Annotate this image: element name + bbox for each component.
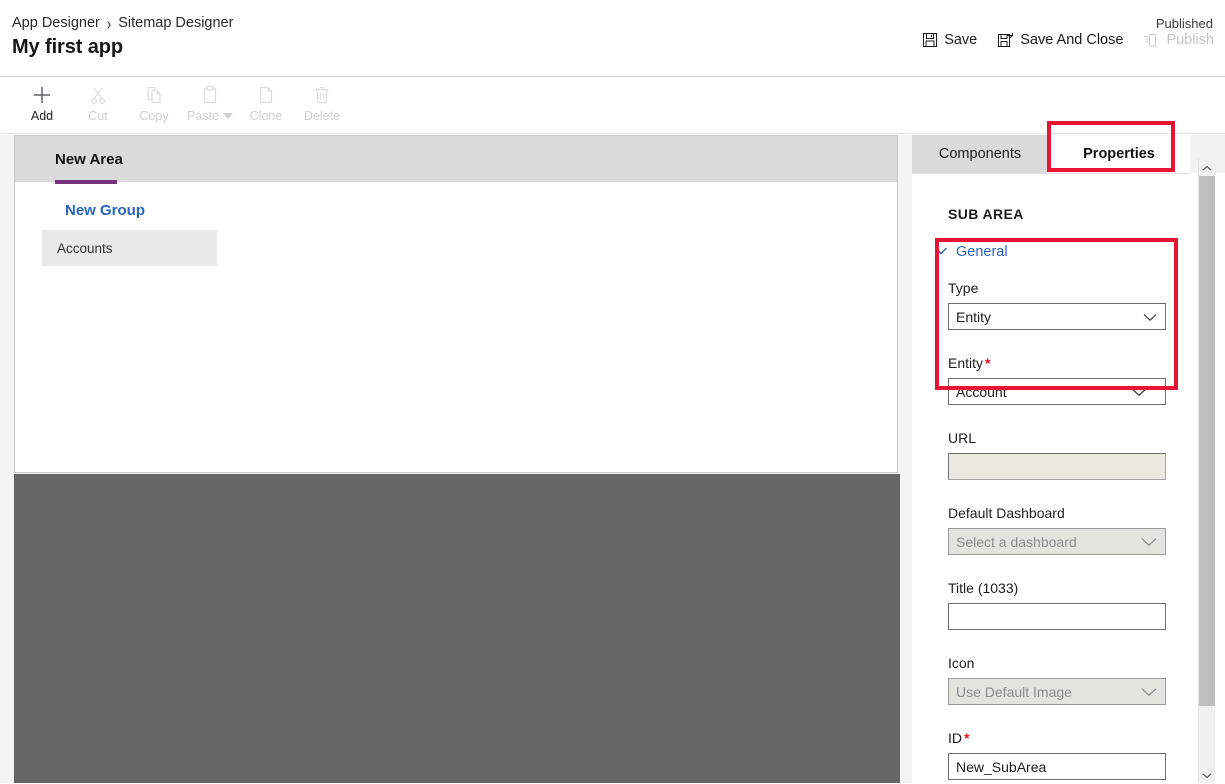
clone-icon — [255, 84, 277, 106]
plus-icon — [31, 84, 53, 106]
save-button[interactable]: Save — [919, 30, 980, 50]
field-icon-label: Icon — [948, 655, 975, 671]
copy-icon — [143, 84, 165, 106]
area-tab-label: New Area — [55, 150, 123, 168]
panel-section-heading: SUB AREA — [948, 206, 1024, 222]
toolbar-paste-button[interactable]: Paste — [182, 78, 238, 123]
publish-button[interactable]: Publish — [1140, 30, 1217, 50]
toolbar-clone-button[interactable]: Clone — [238, 78, 294, 123]
publish-button-label: Publish — [1166, 32, 1214, 48]
field-id: ID * New_SubArea — [948, 730, 1166, 780]
toolbar-clone-label: Clone — [249, 109, 283, 123]
breadcrumb-item-sitemap-designer[interactable]: Sitemap Designer — [118, 15, 233, 31]
icon-dropdown[interactable]: Use Default Image — [948, 678, 1166, 705]
type-dropdown-value: Entity — [956, 308, 992, 325]
title-input[interactable] — [948, 603, 1166, 630]
required-asterisk: * — [985, 355, 991, 371]
properties-panel: Components Properties SUB AREA General T… — [912, 135, 1225, 783]
properties-panel-body: SUB AREA General Type Entity Entity * Ac… — [912, 174, 1190, 783]
field-url-label: URL — [948, 430, 977, 446]
canvas-dim-overlay — [14, 474, 900, 783]
tab-components[interactable]: Components — [912, 135, 1048, 173]
chevron-down-icon — [1141, 684, 1157, 700]
entity-dropdown[interactable]: Account — [948, 378, 1166, 405]
scrollbar-thumb[interactable] — [1199, 176, 1215, 706]
url-input[interactable] — [948, 453, 1166, 480]
page-title: My first app — [12, 36, 124, 58]
toolbar-delete-button[interactable]: Delete — [294, 78, 350, 123]
toolbar-cut-label: Cut — [88, 109, 108, 123]
field-title: Title (1033) — [948, 580, 1166, 630]
header-actions: Save Save And Close Publish — [919, 30, 1217, 50]
toolbar-copy-button[interactable]: Copy — [126, 78, 182, 123]
tab-properties[interactable]: Properties — [1048, 135, 1190, 173]
save-and-close-button[interactable]: Save And Close — [994, 30, 1126, 50]
chevron-down-icon — [1141, 534, 1157, 550]
scrollbar-up-button[interactable] — [1199, 159, 1215, 176]
sitemap-canvas: New Area New Group Accounts — [0, 135, 912, 783]
toolbar-copy-label: Copy — [139, 109, 169, 123]
tab-components-label: Components — [938, 146, 1022, 162]
area-tab-active-indicator — [55, 180, 117, 184]
field-icon: Icon Use Default Image — [948, 655, 1166, 705]
publish-icon — [1143, 32, 1160, 48]
entity-dropdown-value: Account — [956, 383, 1007, 400]
icon-dropdown-value: Use Default Image — [956, 683, 1072, 700]
field-type-label: Type — [948, 280, 979, 296]
panel-right-strip — [1190, 135, 1225, 159]
save-and-close-button-label: Save And Close — [1020, 32, 1124, 48]
breadcrumb: App Designer › Sitemap Designer — [12, 12, 233, 34]
toolbar-paste-label: Paste — [187, 109, 233, 123]
panel-tab-bar: Components Properties — [912, 135, 1190, 173]
chevron-down-icon — [934, 244, 948, 260]
id-input[interactable]: New_SubArea — [948, 753, 1166, 780]
field-default-dashboard-label: Default Dashboard — [948, 505, 1065, 521]
field-title-label: Title (1033) — [948, 580, 1019, 596]
subarea-item-accounts[interactable]: Accounts — [42, 230, 217, 266]
scrollbar-down-button[interactable] — [1199, 766, 1215, 783]
section-general-label: General — [956, 244, 1008, 260]
field-type: Type Entity — [948, 280, 1166, 330]
group-title-new-group[interactable]: New Group — [65, 202, 145, 219]
sitemap-surface: New Area New Group Accounts — [14, 135, 898, 473]
toolbar-cut-button[interactable]: Cut — [70, 78, 126, 123]
default-dashboard-placeholder: Select a dashboard — [956, 533, 1077, 550]
toolbar-add-label: Add — [30, 109, 54, 123]
area-tab-new-area[interactable]: New Area — [49, 136, 129, 182]
subarea-item-label: Accounts — [57, 240, 113, 256]
properties-panel-scrollbar[interactable] — [1198, 159, 1215, 783]
field-entity: Entity * Account — [948, 355, 1166, 405]
type-dropdown[interactable]: Entity — [948, 303, 1166, 330]
toolbar-delete-label: Delete — [303, 109, 341, 123]
section-general-toggle[interactable]: General — [934, 244, 1008, 260]
chevron-down-icon — [1143, 309, 1157, 325]
chevron-down-icon — [1202, 766, 1212, 784]
chevron-down-icon[interactable] — [222, 113, 233, 119]
breadcrumb-item-app-designer[interactable]: App Designer — [12, 15, 100, 31]
save-button-label: Save — [944, 32, 978, 48]
tab-properties-label: Properties — [1083, 146, 1155, 162]
command-toolbar: Add Cut Copy Paste Clone Delete — [0, 78, 1225, 134]
field-default-dashboard: Default Dashboard Select a dashboard — [948, 505, 1166, 555]
required-asterisk: * — [964, 730, 970, 746]
field-id-label: ID * — [948, 730, 970, 746]
chevron-down-icon — [1131, 384, 1147, 400]
breadcrumb-separator-icon: › — [106, 12, 112, 34]
field-entity-label: Entity * — [948, 355, 991, 371]
field-url: URL — [948, 430, 1166, 480]
toolbar-add-button[interactable]: Add — [14, 78, 70, 123]
trash-icon — [311, 84, 333, 106]
published-status-label: Published — [1155, 16, 1213, 31]
scissors-icon — [87, 84, 109, 106]
clipboard-icon — [199, 84, 221, 106]
page-header: App Designer › Sitemap Designer My first… — [0, 0, 1225, 77]
id-input-value: New_SubArea — [956, 758, 1047, 775]
save-icon — [922, 32, 938, 48]
area-tab-bar — [15, 136, 897, 182]
chevron-up-icon — [1202, 159, 1212, 177]
default-dashboard-dropdown[interactable]: Select a dashboard — [948, 528, 1166, 555]
save-and-close-icon — [997, 32, 1014, 48]
